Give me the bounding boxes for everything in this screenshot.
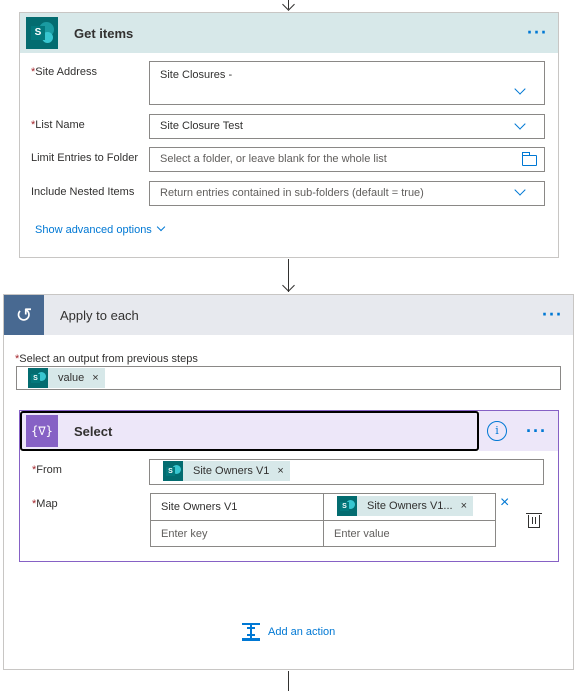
value-token[interactable]: S value × — [28, 368, 105, 388]
site-address-field[interactable]: Site Closures - — [149, 61, 545, 105]
limit-folder-label: Limit Entries to Folder — [31, 152, 138, 164]
get-items-title: Get items — [74, 25, 134, 41]
map-key-value: Site Owners V1 — [161, 501, 238, 513]
limit-folder-field[interactable]: Select a folder, or leave blank for the … — [149, 147, 545, 172]
info-icon[interactable]: i — [487, 421, 507, 441]
list-name-value: Site Closure Test — [160, 120, 243, 132]
nested-items-label: Include Nested Items — [31, 186, 135, 198]
sharepoint-icon: S — [28, 368, 48, 388]
select-header[interactable]: {∇} Select — [20, 411, 479, 451]
list-name-field[interactable]: Site Closure Test — [149, 114, 545, 139]
sharepoint-icon: S — [337, 496, 357, 516]
get-items-header[interactable]: S Get items ··· — [20, 13, 558, 53]
list-name-label: *List Name — [31, 119, 85, 131]
folder-icon[interactable] — [522, 152, 537, 166]
add-action-label: Add an action — [268, 626, 336, 638]
loop-icon: ↺ — [4, 295, 44, 335]
nested-items-field[interactable]: Return entries contained in sub-folders … — [149, 181, 545, 206]
show-advanced-options-link[interactable]: Show advanced options — [35, 224, 152, 236]
site-address-label: *Site Address — [31, 66, 98, 78]
output-label: *Select an output from previous steps — [15, 353, 198, 365]
add-action-button[interactable]: Add an action — [242, 623, 335, 641]
from-token[interactable]: S Site Owners V1 × — [163, 461, 290, 481]
more-options-icon[interactable]: ··· — [542, 305, 563, 326]
remove-token-icon[interactable]: × — [277, 465, 283, 477]
close-icon[interactable]: × — [500, 494, 509, 512]
sharepoint-icon: S — [26, 17, 58, 49]
bottom-connector-line — [288, 671, 289, 691]
apply-to-each-title: Apply to each — [60, 307, 139, 323]
add-step-icon — [242, 623, 260, 641]
value-token-label: value — [58, 372, 85, 384]
limit-folder-placeholder: Select a folder, or leave blank for the … — [160, 153, 387, 165]
select-title: Select — [74, 423, 113, 439]
more-options-icon[interactable]: ··· — [526, 421, 547, 442]
map-value-input[interactable]: Enter value — [324, 521, 495, 546]
trash-icon[interactable] — [526, 513, 542, 528]
apply-to-each-header[interactable]: ↺ Apply to each ··· — [4, 295, 573, 335]
remove-token-icon[interactable]: × — [461, 500, 467, 512]
map-key-input[interactable]: Enter key — [151, 521, 323, 546]
enter-value-placeholder: Enter value — [334, 527, 390, 540]
select-icon: {∇} — [26, 415, 58, 447]
remove-token-icon[interactable]: × — [92, 372, 98, 384]
site-address-value: Site Closures - — [160, 69, 233, 81]
enter-key-placeholder: Enter key — [161, 527, 208, 540]
more-options-icon[interactable]: ··· — [527, 23, 548, 44]
map-label: *Map — [32, 498, 58, 510]
map-value-token-label: Site Owners V1... — [367, 500, 453, 512]
sharepoint-icon: S — [163, 461, 183, 481]
from-label: *From — [32, 464, 62, 476]
map-key-cell[interactable]: Site Owners V1 — [151, 494, 323, 520]
from-token-label: Site Owners V1 — [193, 465, 270, 477]
nested-items-value: Return entries contained in sub-folders … — [160, 187, 424, 199]
middle-connector-arrow — [282, 279, 295, 292]
top-connector-arrow — [282, 0, 295, 11]
map-value-token[interactable]: S Site Owners V1... × — [337, 496, 474, 516]
